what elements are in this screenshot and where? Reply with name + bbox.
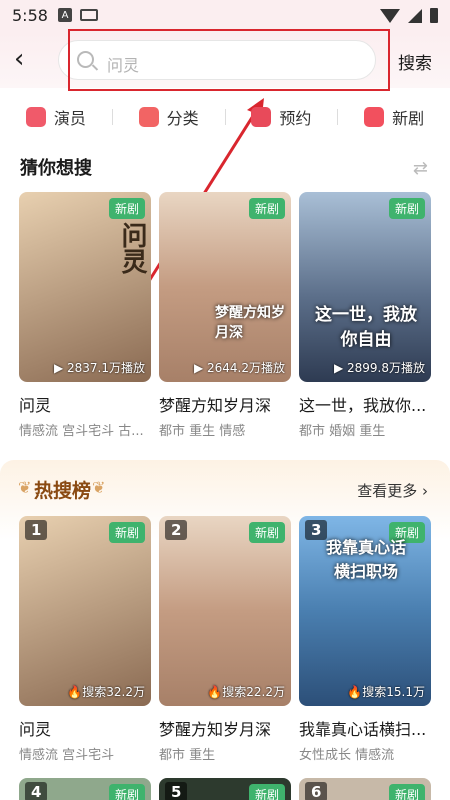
card-tags: 都市 婚姻 重生 [299,424,386,439]
hot-card[interactable]: 3 新剧 我靠真心话横扫职场 🔥搜索15.1万 我靠真心话横扫... 女性成长 … [299,516,431,763]
category-icon [138,107,159,127]
tab-label: 演员 [53,109,86,128]
hot-card[interactable]: 1 新剧 🔥搜索32.2万 问灵 情感流 宫斗宅斗 [19,516,151,763]
tab-label: 新剧 [392,109,425,128]
poster-image: 3 新剧 我靠真心话横扫职场 🔥搜索15.1万 [299,516,431,706]
card-title: 梦醒方知岁月深 [159,720,272,739]
tab-reserve[interactable]: 预约 [226,105,338,129]
view-more-label: 查看更多 [357,482,418,500]
hot-card[interactable]: 5 新剧 [159,778,291,800]
new-badge: 新剧 [248,198,285,219]
refresh-icon[interactable]: ⇄ [413,158,428,179]
play-count: ▶ 2837.1万播放 [53,361,145,375]
poster-title-art: 问灵 [117,222,147,274]
card-title: 这一世，我放你... [299,396,427,415]
poster-title-art: 梦醒方知岁月深 [215,305,285,341]
new-badge: 新剧 [388,198,425,219]
rank-number: 1 [25,520,48,540]
new-badge: 新剧 [108,522,145,543]
search-count: 🔥搜索22.2万 [207,685,285,699]
card-title: 问灵 [19,396,52,415]
actor-icon [25,107,46,127]
rank-number: 2 [165,520,188,540]
card-title: 我靠真心话横扫... [299,720,427,739]
category-tabs: 演员 分类 预约 新剧 [0,100,450,134]
poster-image: 1 新剧 🔥搜索32.2万 [19,516,151,706]
rank-number: 5 [165,782,188,800]
poster-image: 2 新剧 🔥搜索22.2万 [159,516,291,706]
tab-label: 预约 [279,109,312,128]
card-tags: 都市 重生 [159,748,216,763]
poster-image: 6 新剧 [299,778,431,800]
search-count-text: 搜索32.2万 [82,685,145,699]
tab-new-drama[interactable]: 新剧 [338,105,450,129]
laurel-right-icon: ❦ [92,478,106,497]
tab-label: 分类 [166,109,199,128]
poster-image: 新剧 这一世，我放你自由 ▶ 2899.8万播放 [299,192,431,382]
section-title-guess: 猜你想搜 [20,158,92,179]
search-count: 🔥搜索32.2万 [67,685,145,699]
guess-card[interactable]: 新剧 这一世，我放你自由 ▶ 2899.8万播放 这一世，我放你... 都市 婚… [299,192,431,439]
section-title-hot: 热搜榜 [34,480,92,502]
poster-image: 5 新剧 [159,778,291,800]
view-more-link[interactable]: 查看更多 › [357,480,428,501]
poster-title-art: 我靠真心话横扫职场 [325,538,406,581]
new-drama-icon [364,107,385,127]
card-title: 问灵 [19,720,52,739]
poster-image: 新剧 问灵 ▶ 2837.1万播放 [19,192,151,382]
hot-card[interactable]: 6 新剧 [299,778,431,800]
poster-image: 4 新剧 [19,778,151,800]
play-count: ▶ 2644.2万播放 [193,361,285,375]
new-badge: 新剧 [248,522,285,543]
tab-category[interactable]: 分类 [113,105,225,129]
search-count: 🔥搜索15.1万 [347,685,425,699]
card-tags: 情感流 宫斗宅斗 古... [19,424,144,439]
guess-card[interactable]: 新剧 梦醒方知岁月深 ▶ 2644.2万播放 梦醒方知岁月深 都市 重生 情感 [159,192,291,439]
card-title: 梦醒方知岁月深 [159,396,272,415]
tab-actors[interactable]: 演员 [0,105,112,129]
hot-card[interactable]: 4 新剧 [19,778,151,800]
poster-title-art: 这一世，我放你自由 [315,305,417,350]
guess-card[interactable]: 新剧 问灵 ▶ 2837.1万播放 问灵 情感流 宫斗宅斗 古... [19,192,151,439]
rank-number: 6 [305,782,328,800]
new-badge: 新剧 [108,198,145,219]
card-tags: 女性成长 情感流 [299,748,395,763]
laurel-left-icon: ❦ [18,478,32,497]
rank-number: 4 [25,782,48,800]
card-tags: 都市 重生 情感 [159,424,246,439]
new-badge: 新剧 [108,784,145,800]
new-badge: 新剧 [388,784,425,800]
search-count-text: 搜索15.1万 [362,685,425,699]
new-badge: 新剧 [248,784,285,800]
poster-image: 新剧 梦醒方知岁月深 ▶ 2644.2万播放 [159,192,291,382]
reserve-icon [251,107,272,127]
search-count-text: 搜索22.2万 [222,685,285,699]
hot-card[interactable]: 2 新剧 🔥搜索22.2万 梦醒方知岁月深 都市 重生 [159,516,291,763]
play-count: ▶ 2899.8万播放 [333,361,425,375]
card-tags: 情感流 宫斗宅斗 [19,748,115,763]
